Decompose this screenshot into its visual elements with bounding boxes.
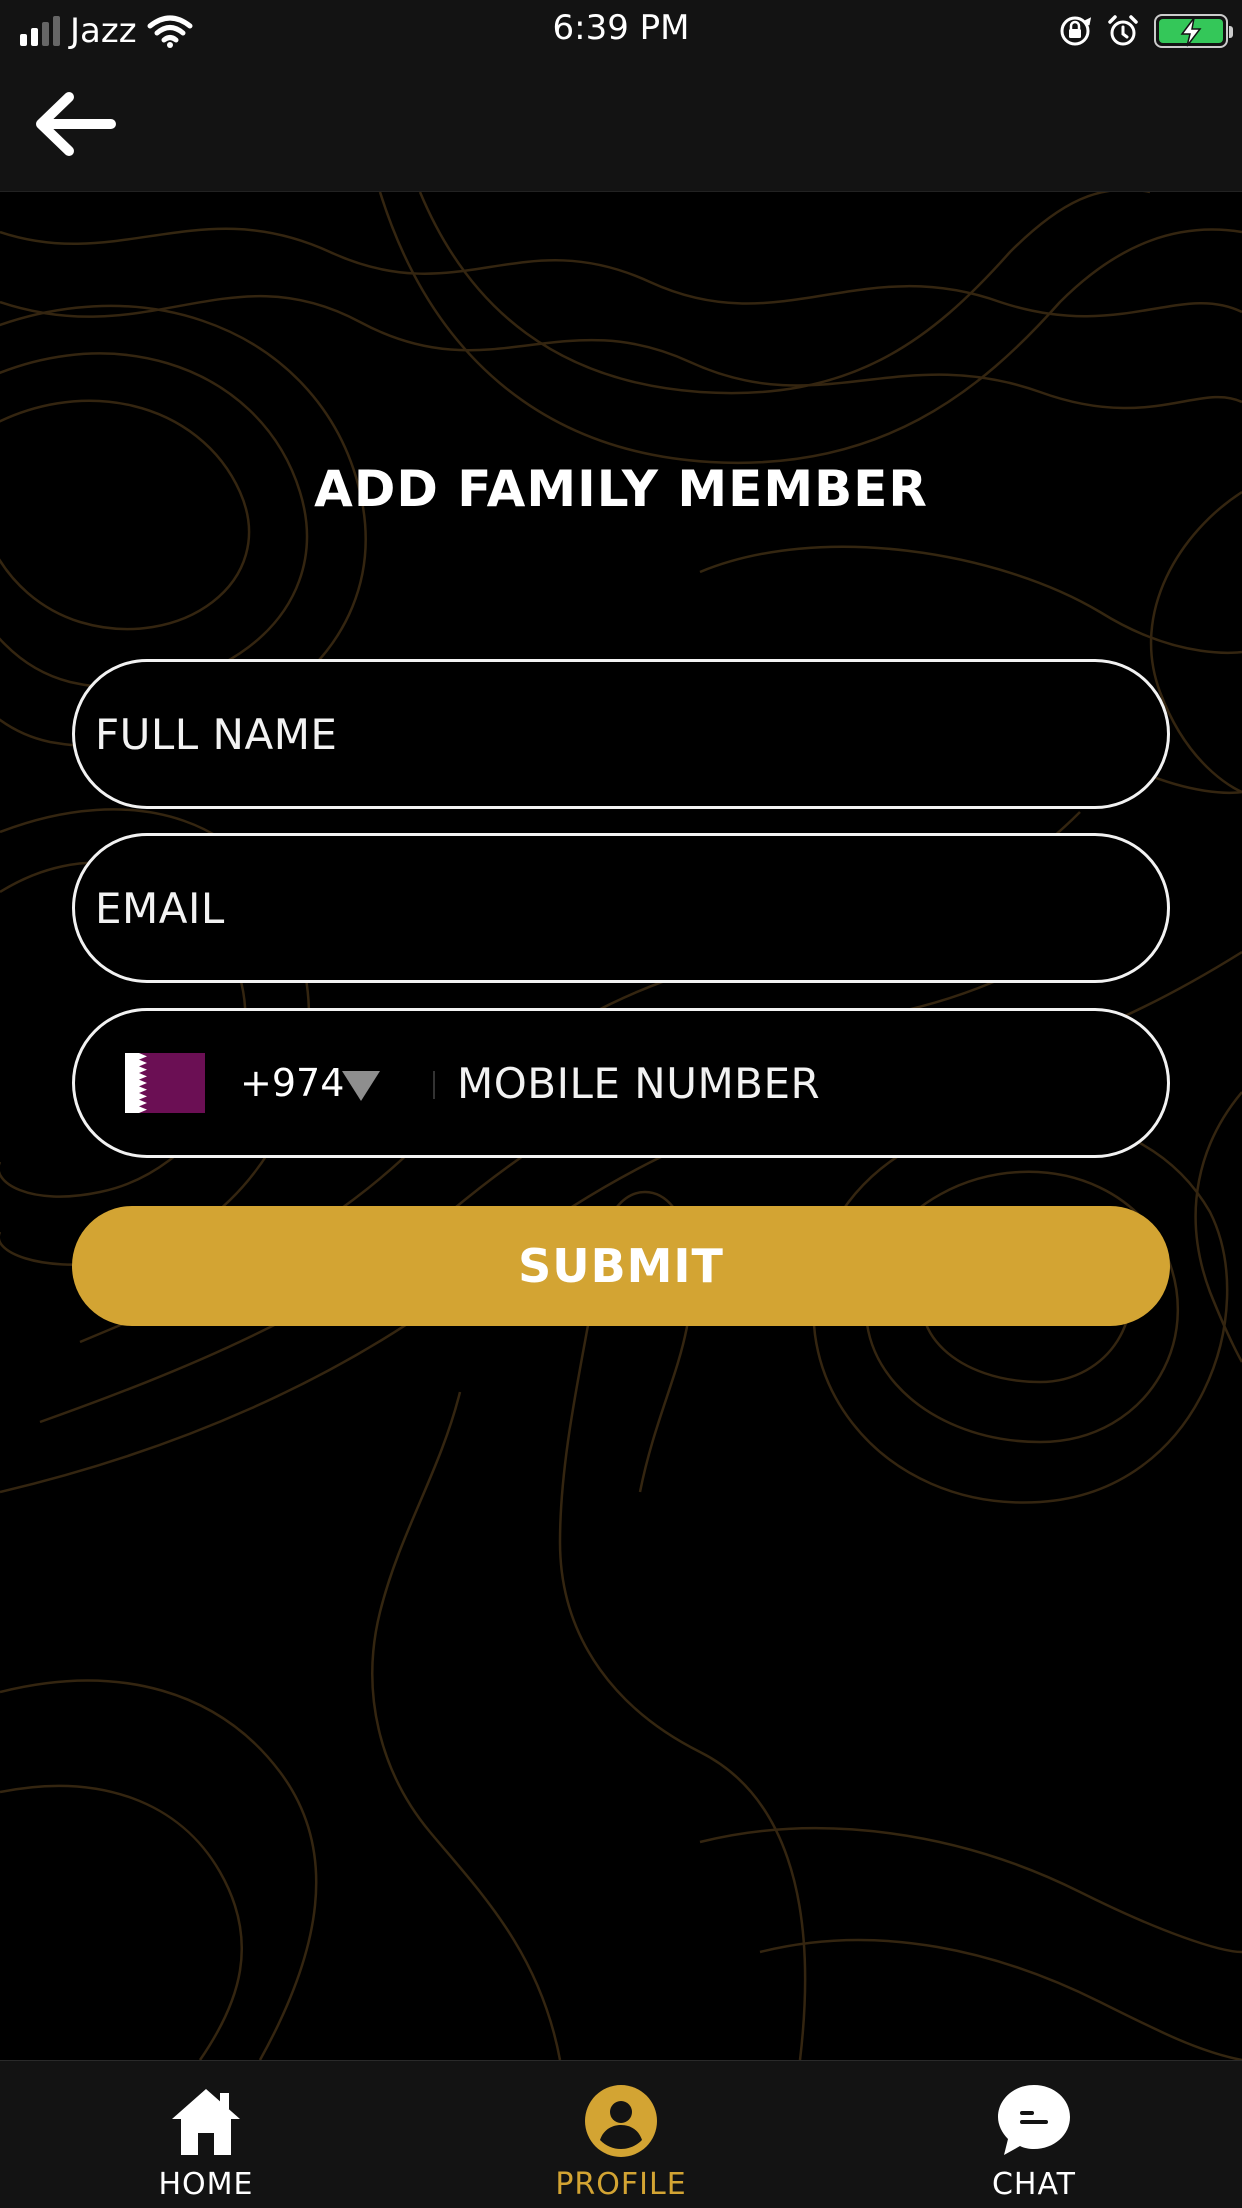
mobile-number-input[interactable]: MOBILE NUMBER [457, 1059, 820, 1108]
alarm-icon [1108, 15, 1138, 46]
tab-home[interactable]: HOME [56, 2061, 356, 2208]
email-input[interactable]: EMAIL [72, 833, 1170, 983]
header-bar [0, 62, 1242, 192]
tab-home-label: HOME [158, 2167, 254, 2202]
qatar-flag-icon[interactable] [125, 1053, 205, 1113]
page-title: ADD FAMILY MEMBER [314, 460, 928, 518]
person-icon [585, 2085, 657, 2157]
charging-bolt-icon [1180, 17, 1202, 47]
submit-button[interactable]: SUBMIT [72, 1206, 1170, 1326]
email-placeholder: EMAIL [95, 883, 225, 933]
tab-chat-label: CHAT [991, 2167, 1077, 2202]
full-name-input[interactable]: FULL NAME [72, 659, 1170, 809]
arrow-left-icon [36, 92, 116, 156]
battery-icon [1154, 14, 1233, 48]
back-button[interactable] [30, 84, 120, 164]
phone-divider [433, 1071, 435, 1099]
tab-chat[interactable]: CHAT [884, 2061, 1184, 2208]
country-code[interactable]: +974 [240, 1061, 344, 1105]
tab-profile-label: PROFILE [555, 2167, 687, 2202]
rotation-lock-icon [1060, 16, 1092, 46]
triangle-down-icon[interactable] [340, 1069, 382, 1103]
tab-profile[interactable]: PROFILE [471, 2061, 771, 2208]
full-name-placeholder: FULL NAME [95, 709, 338, 759]
mobile-number-field: +974 MOBILE NUMBER [72, 1008, 1170, 1158]
home-icon [172, 2089, 240, 2155]
status-bar: Jazz 6:39 PM [0, 0, 1242, 62]
status-time: 6:39 PM [552, 8, 690, 48]
status-right [1058, 10, 1233, 52]
main-content: ADD FAMILY MEMBER FULL NAME EMAIL +974 M… [0, 192, 1242, 2060]
bottom-tab-bar: HOME PROFILE CHAT [0, 2060, 1242, 2208]
chat-icon [998, 2085, 1070, 2155]
